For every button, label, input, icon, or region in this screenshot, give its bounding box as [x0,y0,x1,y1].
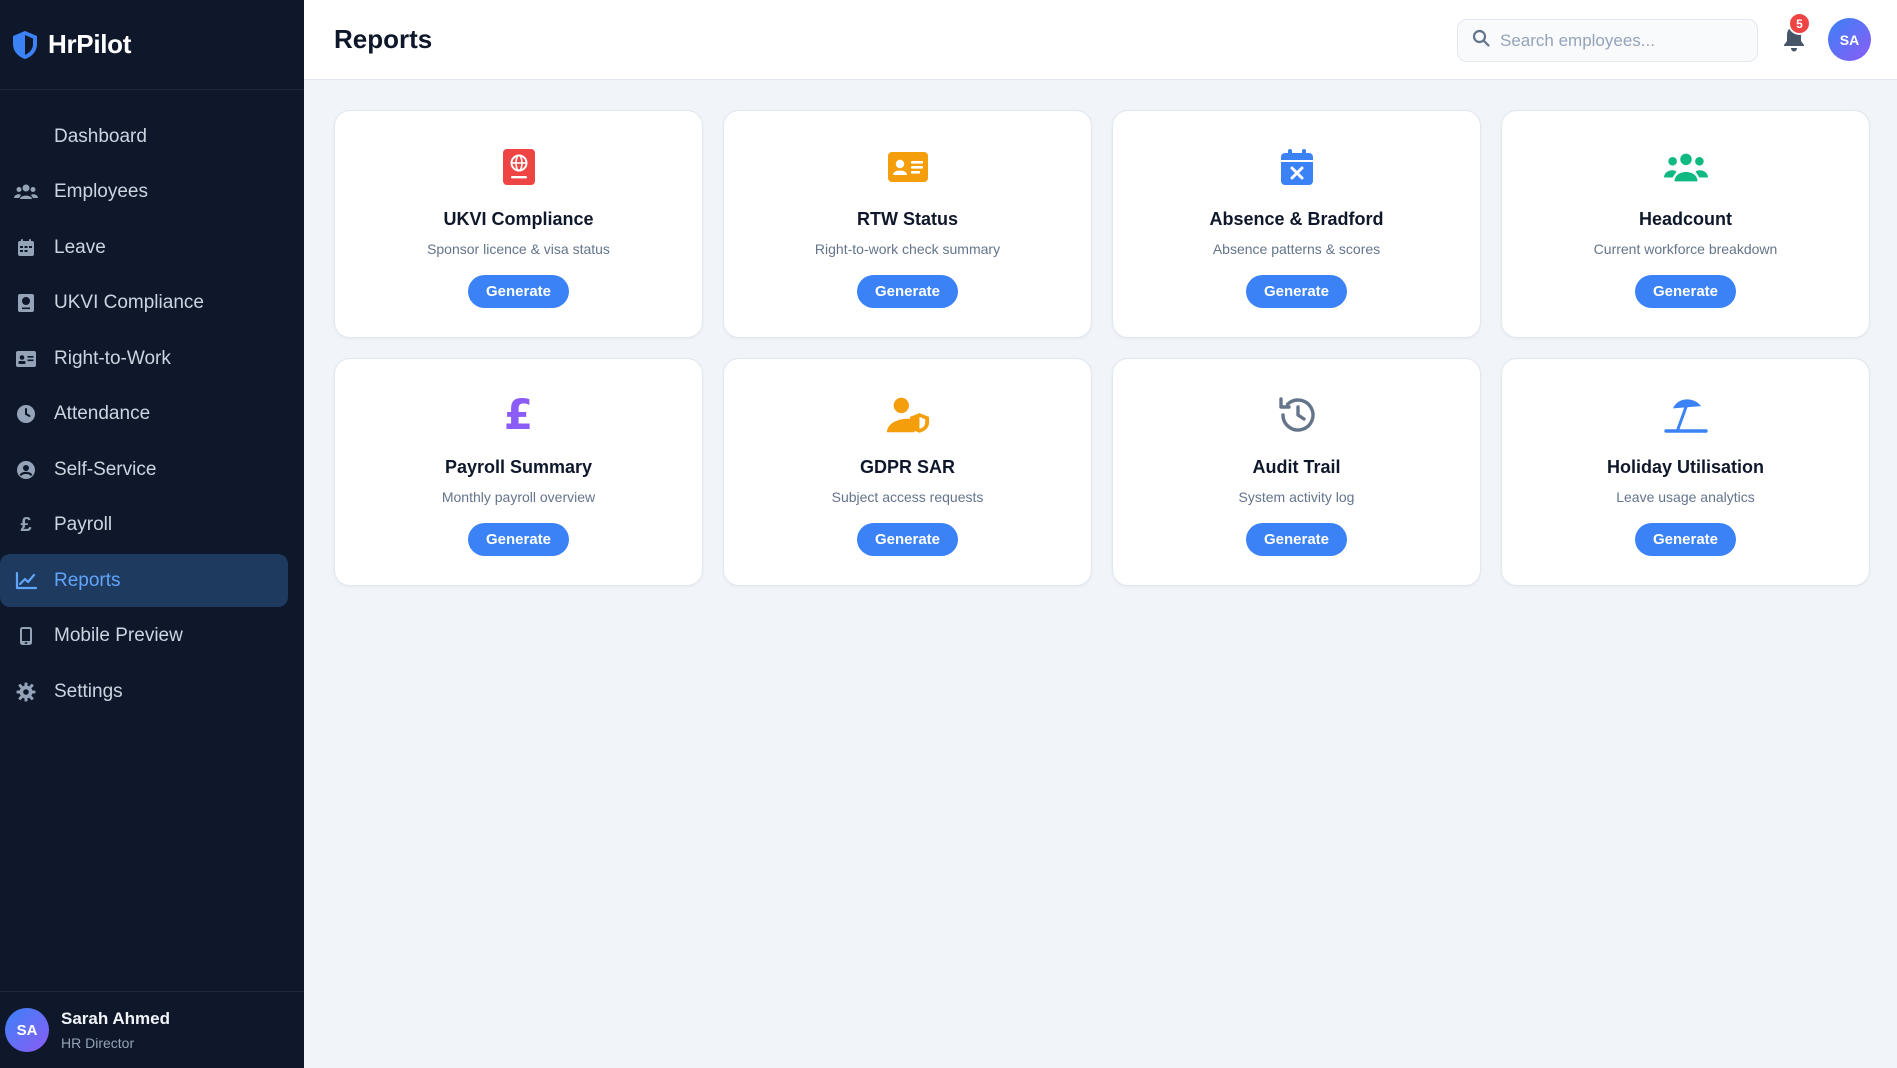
sidebar-item-label: Settings [54,680,123,702]
page-title: Reports [334,24,433,54]
chart-line-icon [14,569,38,593]
generate-button[interactable]: Generate [856,275,959,308]
report-card-absence-bradford: Absence & Bradford Absence patterns & sc… [1112,110,1481,338]
report-card-holiday-utilisation: Holiday Utilisation Leave usage analytic… [1501,358,1870,586]
avatar: SA [5,1008,49,1052]
report-description: System activity log [1238,489,1355,505]
sidebar-item-employees[interactable]: Employees [0,166,288,219]
generate-button[interactable]: Generate [856,523,959,556]
history-icon [1275,393,1319,437]
user-circle-icon [14,458,38,482]
calendar-x-icon [1275,145,1319,189]
clock-icon [14,402,38,426]
sidebar-item-label: UKVI Compliance [54,292,204,313]
sidebar-item-label: Self-Service [54,458,157,480]
calendar-icon [14,236,38,260]
passport-icon [14,291,38,315]
sidebar-item-label: Employees [54,181,148,202]
generate-button[interactable]: Generate [467,523,570,556]
user-role: HR Director [61,1035,135,1051]
report-card-rtw-status: RTW Status Right-to-work check summary G… [723,110,1092,338]
mobile-icon [14,624,38,648]
report-title: RTW Status [857,209,958,229]
generate-button[interactable]: Generate [1634,275,1737,308]
brand[interactable]: HrPilot [0,0,304,90]
sidebar-item-leave[interactable]: Leave [0,221,288,274]
sidebar-item-right-to-work[interactable]: Right-to-Work [0,332,288,385]
report-description: Current workforce breakdown [1593,241,1778,257]
sidebar-item-attendance[interactable]: Attendance [0,388,288,441]
report-description: Monthly payroll overview [441,489,596,505]
sidebar-item-label: Leave [54,236,106,258]
gear-icon [14,680,38,704]
sidebar-item-label: Dashboard [54,125,147,147]
sidebar: HrPilot Dashboard Employees Leave UKVI C… [0,0,304,1068]
users-icon [14,180,38,204]
report-title: Headcount [1638,209,1732,229]
brand-name: HrPilot [48,29,132,59]
generate-button[interactable]: Generate [1634,523,1737,556]
pound-icon: £ [20,513,32,536]
report-description: Absence patterns & scores [1212,241,1381,257]
generate-button[interactable]: Generate [467,275,570,308]
report-description: Leave usage analytics [1616,489,1755,505]
sidebar-item-label: Reports [54,569,121,591]
report-description: Right-to-work check summary [814,241,1001,257]
sidebar-item-ukvi-compliance[interactable]: UKVI Compliance [0,277,288,330]
report-title: Audit Trail [1252,457,1341,477]
user-name: Sarah Ahmed [61,1009,170,1028]
id-card-icon [14,347,38,371]
report-title: Absence & Bradford [1209,209,1384,229]
umbrella-beach-icon [1663,393,1708,437]
report-card-headcount: Headcount Current workforce breakdown Ge… [1501,110,1870,338]
search-input[interactable] [1500,30,1740,51]
notification-badge: 5 [1788,12,1811,35]
report-card-audit-trail: Audit Trail System activity log Generate [1112,358,1481,586]
sidebar-nav: Dashboard Employees Leave UKVI Complianc… [0,90,304,718]
search-box[interactable] [1457,19,1758,62]
reports-grid: UKVI Compliance Sponsor licence & visa s… [334,110,1870,586]
sidebar-item-settings[interactable]: Settings [0,665,288,718]
sidebar-item-self-service[interactable]: Self-Service [0,443,288,496]
sidebar-item-label: Right-to-Work [54,347,171,369]
avatar[interactable]: SA [1828,18,1871,61]
report-title: Holiday Utilisation [1606,457,1765,477]
sidebar-item-mobile-preview[interactable]: Mobile Preview [0,610,288,663]
sidebar-item-payroll[interactable]: £ Payroll [0,499,288,552]
report-card-gdpr-sar: GDPR SAR Subject access requests Generat… [723,358,1092,586]
users-icon [1663,145,1708,189]
report-title: Payroll Summary [444,457,593,477]
generate-button[interactable]: Generate [1245,523,1348,556]
passport-icon [497,145,541,189]
shield-icon [10,30,40,60]
sidebar-item-reports[interactable]: Reports [0,554,288,607]
report-title: GDPR SAR [859,457,955,477]
report-title: UKVI Compliance [443,209,594,229]
current-user[interactable]: SA Sarah Ahmed HR Director [0,991,304,1068]
report-description: Sponsor licence & visa status [427,241,610,257]
top-bar: Reports 5 SA [304,0,1897,80]
sidebar-item-label: Attendance [54,403,151,424]
search-icon [1472,29,1490,52]
user-shield-icon [886,393,930,437]
report-description: Subject access requests [831,489,984,505]
id-card-icon [886,145,930,189]
sidebar-item-label: Payroll [54,514,113,535]
dashboard-icon [14,125,38,149]
report-card-ukvi-compliance: UKVI Compliance Sponsor licence & visa s… [334,110,703,338]
sidebar-item-dashboard[interactable]: Dashboard [0,110,288,163]
sidebar-item-label: Mobile Preview [54,625,183,646]
generate-button[interactable]: Generate [1245,275,1348,308]
pound-icon: £ [503,390,534,439]
report-card-payroll-summary: £ Payroll Summary Monthly payroll overvi… [334,358,703,586]
